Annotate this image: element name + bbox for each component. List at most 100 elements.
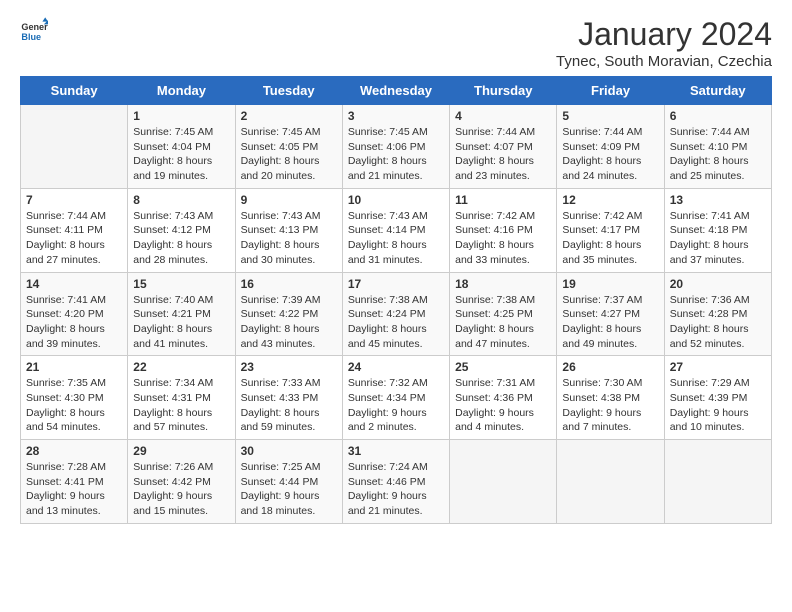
calendar-week-4: 21 Sunrise: 7:35 AM Sunset: 4:30 PM Dayli… bbox=[21, 356, 772, 440]
calendar-header: SundayMondayTuesdayWednesdayThursdayFrid… bbox=[21, 77, 772, 105]
calendar-cell: 25Sunrise: 7:31 AM Sunset: 4:36 PM Dayli… bbox=[450, 356, 557, 440]
calendar-week-5: 28Sunrise: 7:28 AM Sunset: 4:41 PM Dayli… bbox=[21, 440, 772, 524]
day-number: 18 bbox=[455, 277, 551, 291]
weekday-header-friday: Friday bbox=[557, 77, 664, 105]
calendar-cell: 29 Sunrise: 7:26 AM Sunset: 4:42 PM Dayli… bbox=[128, 440, 235, 524]
day-number: 3 bbox=[348, 109, 444, 123]
cell-content: Sunrise: 7:24 AM Sunset: 4:46 PM Dayligh… bbox=[348, 460, 444, 519]
day-number: 21 bbox=[26, 360, 122, 374]
cell-content: Sunrise: 7:43 AM Sunset: 4:14 PM Dayligh… bbox=[348, 209, 444, 268]
day-number: 27 bbox=[670, 360, 766, 374]
cell-content: Sunrise: 7:32 AM Sunset: 4:34 PM Dayligh… bbox=[348, 376, 444, 435]
calendar-week-3: 14 Sunrise: 7:41 AM Sunset: 4:20 PM Dayli… bbox=[21, 272, 772, 356]
cell-content: Sunrise: 7:38 AM Sunset: 4:25 PM Dayligh… bbox=[455, 293, 551, 352]
calendar-cell bbox=[450, 440, 557, 524]
calendar-cell: 23 Sunrise: 7:33 AM Sunset: 4:33 PM Dayli… bbox=[235, 356, 342, 440]
day-number: 31 bbox=[348, 444, 444, 458]
calendar-cell: 4 Sunrise: 7:44 AM Sunset: 4:07 PM Daylig… bbox=[450, 105, 557, 189]
cell-content: Sunrise: 7:35 AM Sunset: 4:30 PM Dayligh… bbox=[26, 376, 122, 435]
cell-content: Sunrise: 7:42 AM Sunset: 4:17 PM Dayligh… bbox=[562, 209, 658, 268]
cell-content: Sunrise: 7:39 AM Sunset: 4:22 PM Dayligh… bbox=[241, 293, 337, 352]
calendar-cell: 20Sunrise: 7:36 AM Sunset: 4:28 PM Dayli… bbox=[664, 272, 771, 356]
cell-content: Sunrise: 7:34 AM Sunset: 4:31 PM Dayligh… bbox=[133, 376, 229, 435]
day-number: 8 bbox=[133, 193, 229, 207]
svg-text:Blue: Blue bbox=[21, 32, 41, 42]
calendar-cell: 28Sunrise: 7:28 AM Sunset: 4:41 PM Dayli… bbox=[21, 440, 128, 524]
calendar-cell: 13 Sunrise: 7:41 AM Sunset: 4:18 PM Dayli… bbox=[664, 188, 771, 272]
cell-content: Sunrise: 7:41 AM Sunset: 4:20 PM Dayligh… bbox=[26, 293, 122, 352]
day-number: 4 bbox=[455, 109, 551, 123]
calendar-cell: 11 Sunrise: 7:42 AM Sunset: 4:16 PM Dayli… bbox=[450, 188, 557, 272]
svg-text:General: General bbox=[21, 22, 48, 32]
calendar-cell: 27 Sunrise: 7:29 AM Sunset: 4:39 PM Dayli… bbox=[664, 356, 771, 440]
cell-content: Sunrise: 7:44 AM Sunset: 4:09 PM Dayligh… bbox=[562, 125, 658, 184]
cell-content: Sunrise: 7:36 AM Sunset: 4:28 PM Dayligh… bbox=[670, 293, 766, 352]
day-number: 10 bbox=[348, 193, 444, 207]
calendar-cell: 8Sunrise: 7:43 AM Sunset: 4:12 PM Daylig… bbox=[128, 188, 235, 272]
calendar-week-2: 7Sunrise: 7:44 AM Sunset: 4:11 PM Daylig… bbox=[21, 188, 772, 272]
day-number: 15 bbox=[133, 277, 229, 291]
calendar-cell: 9Sunrise: 7:43 AM Sunset: 4:13 PM Daylig… bbox=[235, 188, 342, 272]
calendar-cell: 10 Sunrise: 7:43 AM Sunset: 4:14 PM Dayli… bbox=[342, 188, 449, 272]
cell-content: Sunrise: 7:28 AM Sunset: 4:41 PM Dayligh… bbox=[26, 460, 122, 519]
calendar-cell bbox=[664, 440, 771, 524]
day-number: 25 bbox=[455, 360, 551, 374]
weekday-header-sunday: Sunday bbox=[21, 77, 128, 105]
cell-content: Sunrise: 7:26 AM Sunset: 4:42 PM Dayligh… bbox=[133, 460, 229, 519]
calendar-cell: 19Sunrise: 7:37 AM Sunset: 4:27 PM Dayli… bbox=[557, 272, 664, 356]
day-number: 12 bbox=[562, 193, 658, 207]
day-number: 2 bbox=[241, 109, 337, 123]
cell-content: Sunrise: 7:38 AM Sunset: 4:24 PM Dayligh… bbox=[348, 293, 444, 352]
calendar-cell bbox=[557, 440, 664, 524]
cell-content: Sunrise: 7:25 AM Sunset: 4:44 PM Dayligh… bbox=[241, 460, 337, 519]
cell-content: Sunrise: 7:42 AM Sunset: 4:16 PM Dayligh… bbox=[455, 209, 551, 268]
calendar-cell: 22 Sunrise: 7:34 AM Sunset: 4:31 PM Dayli… bbox=[128, 356, 235, 440]
weekday-header-row: SundayMondayTuesdayWednesdayThursdayFrid… bbox=[21, 77, 772, 105]
cell-content: Sunrise: 7:29 AM Sunset: 4:39 PM Dayligh… bbox=[670, 376, 766, 435]
day-number: 17 bbox=[348, 277, 444, 291]
cell-content: Sunrise: 7:45 AM Sunset: 4:05 PM Dayligh… bbox=[241, 125, 337, 184]
day-number: 23 bbox=[241, 360, 337, 374]
calendar-cell: 30 Sunrise: 7:25 AM Sunset: 4:44 PM Dayli… bbox=[235, 440, 342, 524]
calendar-cell: 5 Sunrise: 7:44 AM Sunset: 4:09 PM Daylig… bbox=[557, 105, 664, 189]
calendar-cell: 2 Sunrise: 7:45 AM Sunset: 4:05 PM Daylig… bbox=[235, 105, 342, 189]
weekday-header-wednesday: Wednesday bbox=[342, 77, 449, 105]
day-number: 5 bbox=[562, 109, 658, 123]
day-number: 29 bbox=[133, 444, 229, 458]
cell-content: Sunrise: 7:45 AM Sunset: 4:04 PM Dayligh… bbox=[133, 125, 229, 184]
calendar-cell: 1Sunrise: 7:45 AM Sunset: 4:04 PM Daylig… bbox=[128, 105, 235, 189]
day-number: 30 bbox=[241, 444, 337, 458]
day-number: 11 bbox=[455, 193, 551, 207]
cell-content: Sunrise: 7:37 AM Sunset: 4:27 PM Dayligh… bbox=[562, 293, 658, 352]
calendar-cell: 16 Sunrise: 7:39 AM Sunset: 4:22 PM Dayli… bbox=[235, 272, 342, 356]
calendar-cell: 15 Sunrise: 7:40 AM Sunset: 4:21 PM Dayli… bbox=[128, 272, 235, 356]
calendar-cell: 14 Sunrise: 7:41 AM Sunset: 4:20 PM Dayli… bbox=[21, 272, 128, 356]
calendar-cell: 3 Sunrise: 7:45 AM Sunset: 4:06 PM Daylig… bbox=[342, 105, 449, 189]
day-number: 16 bbox=[241, 277, 337, 291]
day-number: 22 bbox=[133, 360, 229, 374]
cell-content: Sunrise: 7:40 AM Sunset: 4:21 PM Dayligh… bbox=[133, 293, 229, 352]
calendar-cell: 24Sunrise: 7:32 AM Sunset: 4:34 PM Dayli… bbox=[342, 356, 449, 440]
calendar-cell: 21 Sunrise: 7:35 AM Sunset: 4:30 PM Dayli… bbox=[21, 356, 128, 440]
cell-content: Sunrise: 7:44 AM Sunset: 4:07 PM Dayligh… bbox=[455, 125, 551, 184]
cell-content: Sunrise: 7:45 AM Sunset: 4:06 PM Dayligh… bbox=[348, 125, 444, 184]
day-number: 7 bbox=[26, 193, 122, 207]
logo: General Blue bbox=[20, 16, 50, 44]
weekday-header-thursday: Thursday bbox=[450, 77, 557, 105]
cell-content: Sunrise: 7:41 AM Sunset: 4:18 PM Dayligh… bbox=[670, 209, 766, 268]
weekday-header-monday: Monday bbox=[128, 77, 235, 105]
calendar-cell: 26Sunrise: 7:30 AM Sunset: 4:38 PM Dayli… bbox=[557, 356, 664, 440]
cell-content: Sunrise: 7:44 AM Sunset: 4:10 PM Dayligh… bbox=[670, 125, 766, 184]
title-area: January 2024 Tynec, South Moravian, Czec… bbox=[556, 16, 772, 70]
calendar-cell: 12 Sunrise: 7:42 AM Sunset: 4:17 PM Dayli… bbox=[557, 188, 664, 272]
day-number: 9 bbox=[241, 193, 337, 207]
page-header: General Blue January 2024 Tynec, South M… bbox=[20, 16, 772, 70]
calendar-week-1: 1Sunrise: 7:45 AM Sunset: 4:04 PM Daylig… bbox=[21, 105, 772, 189]
day-number: 14 bbox=[26, 277, 122, 291]
day-number: 6 bbox=[670, 109, 766, 123]
calendar-cell bbox=[21, 105, 128, 189]
cell-content: Sunrise: 7:30 AM Sunset: 4:38 PM Dayligh… bbox=[562, 376, 658, 435]
day-number: 13 bbox=[670, 193, 766, 207]
cell-content: Sunrise: 7:33 AM Sunset: 4:33 PM Dayligh… bbox=[241, 376, 337, 435]
calendar-cell: 31 Sunrise: 7:24 AM Sunset: 4:46 PM Dayli… bbox=[342, 440, 449, 524]
